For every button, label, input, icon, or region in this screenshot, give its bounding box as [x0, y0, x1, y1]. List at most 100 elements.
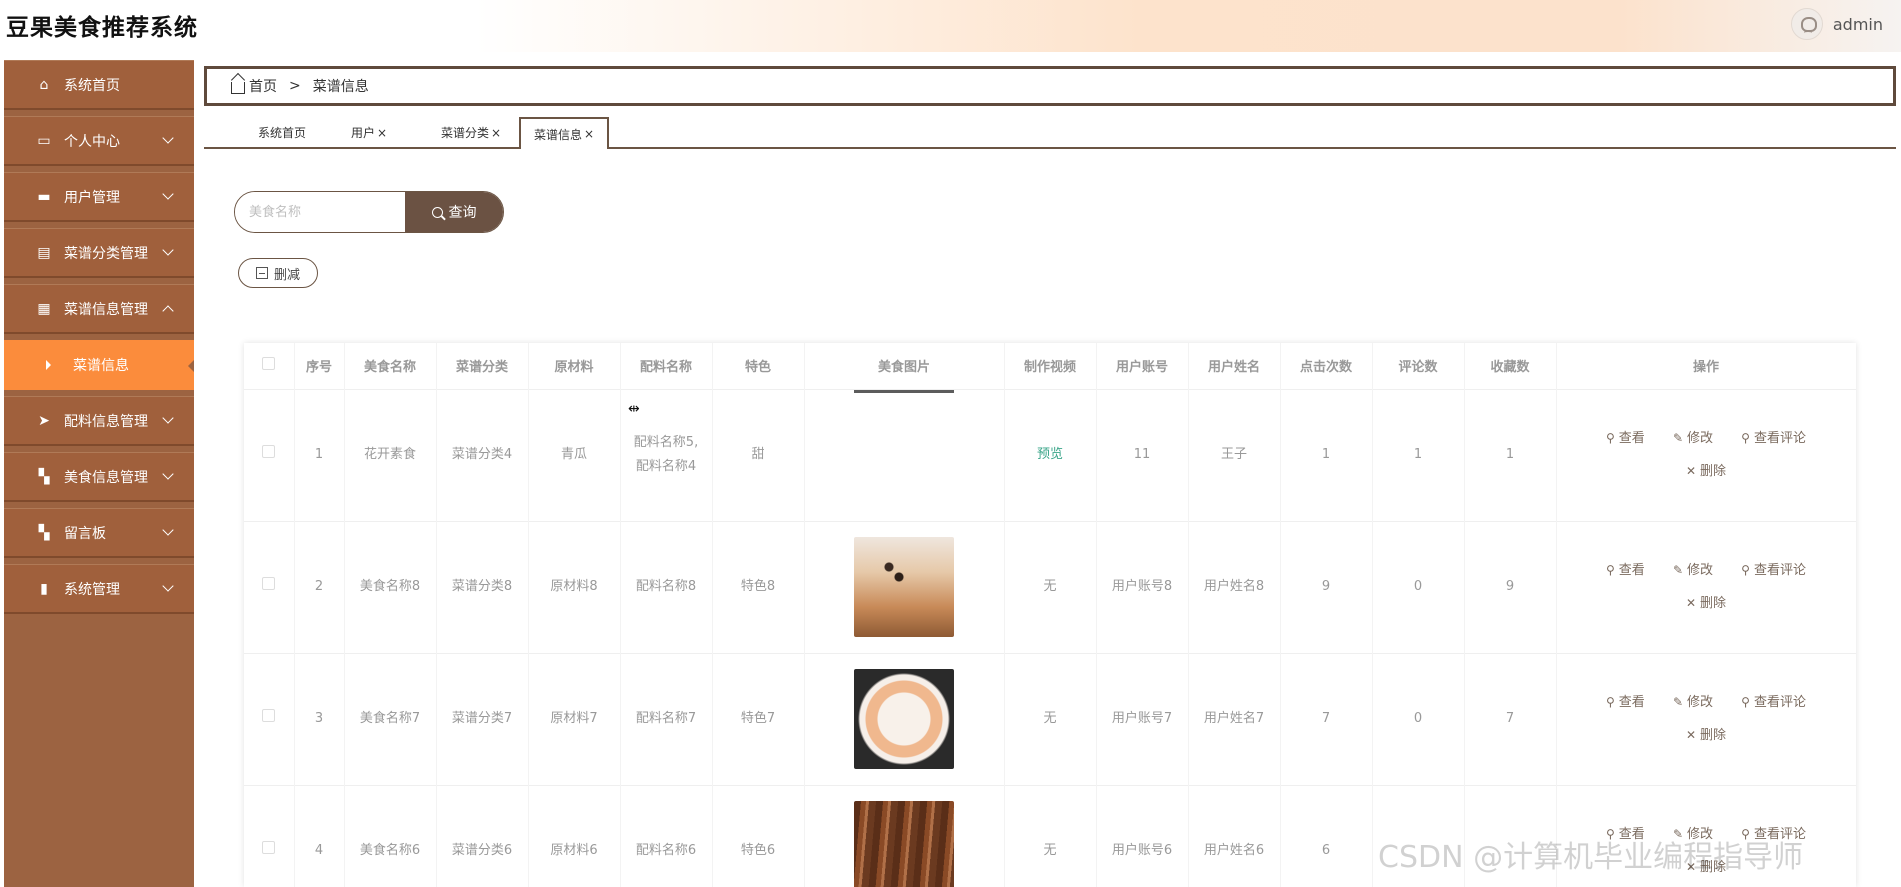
- edit-button[interactable]: ✎ 修改: [1673, 686, 1713, 719]
- user-area[interactable]: admin: [1790, 8, 1883, 40]
- search-input[interactable]: [235, 192, 405, 232]
- tab-home[interactable]: 系统首页: [244, 117, 320, 148]
- username[interactable]: admin: [1833, 15, 1883, 34]
- cell-username: 用户姓名7: [1188, 652, 1281, 785]
- row-select-cell[interactable]: [244, 784, 295, 887]
- cell-feature: 特色8: [712, 520, 805, 653]
- sidebar-item-user-management[interactable]: ▬ 用户管理: [4, 172, 194, 222]
- pencil-icon: ✎: [1672, 695, 1684, 709]
- sidebar-item-message-board[interactable]: ▚ 留言板: [4, 508, 194, 558]
- delete-button[interactable]: ✕ 删除: [1686, 719, 1726, 752]
- edit-button[interactable]: ✎ 修改: [1673, 422, 1713, 455]
- app-title: 豆果美食推荐系统: [6, 15, 198, 41]
- sidebar-item-home[interactable]: ⌂ 系统首页: [4, 60, 194, 110]
- close-icon[interactable]: ×: [491, 126, 501, 140]
- ingredient-line: 配料名称7: [635, 711, 697, 726]
- recipe-table: 序号 美食名称 菜谱分类 原材料 配料名称 特色 美食图片 制作视频 用户账号 …: [244, 343, 1856, 887]
- cell-feature: 甜: [712, 388, 805, 521]
- view-comments-button[interactable]: ⚲ 查看评论: [1741, 686, 1806, 719]
- sidebar-item-system-management[interactable]: ▮ 系统管理: [4, 564, 194, 614]
- sidebar-item-personal-center[interactable]: ▭ 个人中心: [4, 116, 194, 166]
- cell-account: 用户账号6: [1096, 784, 1189, 887]
- chevron-down-icon: [162, 244, 174, 256]
- ingredient-line: 配料名称8: [635, 579, 697, 594]
- select-all-cell[interactable]: [244, 343, 295, 389]
- row-select-cell[interactable]: [244, 388, 295, 521]
- row-select-cell[interactable]: [244, 520, 295, 653]
- cell-comments: 1: [1372, 388, 1465, 521]
- view-comments-button[interactable]: ⚲ 查看评论: [1741, 422, 1806, 455]
- cell-food-name: 美食名称7: [344, 652, 437, 785]
- view-button[interactable]: ⚲ 查看: [1606, 422, 1645, 455]
- search-button[interactable]: 查询: [405, 192, 503, 232]
- search-icon: ⚲: [1606, 431, 1615, 445]
- column-header: 收藏数: [1464, 343, 1557, 389]
- tab-label: 系统首页: [257, 126, 306, 140]
- row-checkbox[interactable]: [262, 445, 276, 458]
- sidebar-subitem-recipe-info[interactable]: 菜谱信息: [4, 340, 194, 390]
- tab-label: 菜谱信息: [533, 127, 582, 142]
- ingredient-line: 配料名称6: [635, 843, 697, 859]
- close-icon[interactable]: ×: [377, 126, 387, 140]
- row-checkbox[interactable]: [262, 709, 276, 722]
- row-select-cell[interactable]: [244, 652, 295, 785]
- cell-material: 原材料6: [528, 784, 621, 887]
- edit-label: 修改: [1687, 563, 1714, 578]
- cell-food-name: 花开素食: [344, 388, 437, 521]
- pencil-icon: ✎: [1672, 431, 1684, 445]
- sidebar-item-label: 菜谱分类管理: [64, 245, 148, 262]
- ingredient-line: 配料名称5,: [633, 435, 699, 450]
- edit-button[interactable]: ✎ 修改: [1673, 554, 1713, 587]
- delete-button[interactable]: ✕ 删除: [1686, 587, 1726, 620]
- cell-clicks: 9: [1280, 520, 1373, 653]
- tab-bar: 系统首页 用户 × 菜谱分类 × 菜谱信息 ×: [204, 117, 1896, 149]
- food-image[interactable]: [854, 537, 954, 637]
- view-comments-label: 查看评论: [1753, 695, 1806, 710]
- batch-delete-button[interactable]: 删减: [238, 258, 318, 288]
- video-preview-link[interactable]: 预览: [1037, 447, 1063, 462]
- sidebar-item-recipe-info-management[interactable]: ▦ 菜谱信息管理: [4, 284, 194, 334]
- search-icon: ⚲: [1741, 431, 1750, 445]
- bar-chart-icon: ▮: [40, 580, 48, 597]
- food-image[interactable]: [854, 801, 954, 887]
- sidebar-item-recipe-category-management[interactable]: ▤ 菜谱分类管理: [4, 228, 194, 278]
- cell-category: 菜谱分类7: [436, 652, 529, 785]
- column-header: 美食图片: [804, 343, 1005, 389]
- sidebar-item-label: 留言板: [64, 525, 106, 542]
- cell-comments: 0: [1372, 652, 1465, 785]
- delete-button[interactable]: ✕ 删除: [1686, 455, 1726, 488]
- breadcrumb-home[interactable]: 首页: [249, 76, 277, 96]
- cell-account: 用户账号7: [1096, 652, 1189, 785]
- cell-category: 菜谱分类6: [436, 784, 529, 887]
- cell-ingredient: 配料名称6: [620, 784, 713, 887]
- row-checkbox[interactable]: [262, 841, 276, 855]
- apps-icon: ▚: [38, 468, 50, 485]
- cell-feature: 特色6: [712, 784, 805, 887]
- tab-recipe-info[interactable]: 菜谱信息 ×: [519, 117, 609, 149]
- tab-users[interactable]: 用户 ×: [334, 117, 404, 148]
- tab-label: 用户: [350, 126, 375, 140]
- cell-favorites: 1: [1464, 388, 1557, 521]
- sidebar-item-ingredient-info-management[interactable]: ➤ 配料信息管理: [4, 396, 194, 446]
- row-checkbox[interactable]: [262, 577, 276, 590]
- delete-label: 删除: [1700, 728, 1727, 743]
- avatar[interactable]: [1790, 8, 1823, 40]
- column-header: 用户账号: [1096, 343, 1189, 389]
- cell-index: 2: [294, 520, 345, 653]
- card-icon: ▭: [37, 132, 51, 149]
- tab-recipe-category[interactable]: 菜谱分类 ×: [426, 117, 516, 148]
- food-image[interactable]: [854, 390, 954, 490]
- view-button[interactable]: ⚲ 查看: [1606, 686, 1645, 719]
- sidebar-item-food-info-management[interactable]: ▚ 美食信息管理: [4, 452, 194, 502]
- close-icon[interactable]: ×: [584, 127, 594, 141]
- select-all-checkbox[interactable]: [262, 357, 276, 371]
- column-header: 美食名称: [344, 343, 437, 389]
- ingredient-line: 配料名称4: [635, 459, 697, 474]
- food-image[interactable]: [854, 669, 954, 769]
- home-icon[interactable]: [231, 82, 245, 94]
- cell-clicks: 1: [1280, 388, 1373, 521]
- column-header: 制作视频: [1004, 343, 1097, 389]
- watermark: CSDN @计算机毕业编程指导师: [1378, 840, 1804, 875]
- view-button[interactable]: ⚲ 查看: [1606, 554, 1645, 587]
- view-comments-button[interactable]: ⚲ 查看评论: [1741, 554, 1806, 587]
